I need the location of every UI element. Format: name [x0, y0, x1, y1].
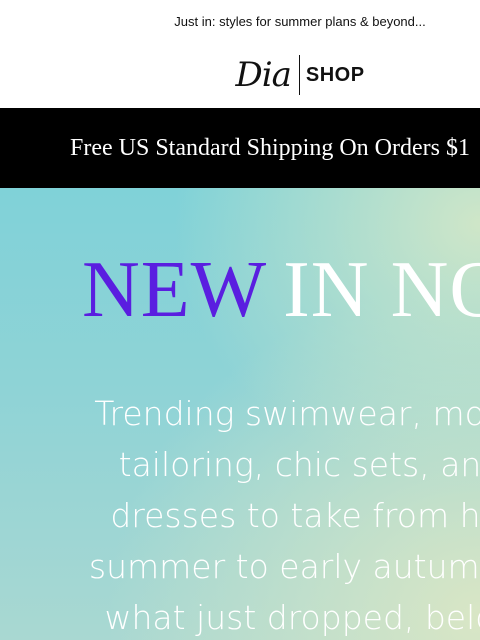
hero-headline: NEWIN NOW [82, 250, 480, 330]
shipping-banner[interactable]: Free US Standard Shipping On Orders $1 [0, 108, 480, 188]
brand-logo[interactable]: Dia SHOP [0, 52, 480, 98]
headline-rest: IN NOW [283, 246, 480, 334]
hero-section[interactable]: NEWIN NOW Trending swimwear, mod tailori… [0, 188, 480, 640]
logo-divider [298, 55, 300, 95]
body-line: tailoring, chic sets, an [118, 445, 480, 484]
body-line: what just dropped, belo [104, 598, 480, 637]
body-line: summer to early autumn. [88, 547, 480, 586]
hero-body-copy: Trending swimwear, mod tailoring, chic s… [0, 388, 480, 640]
body-line: Trending swimwear, mod [94, 394, 480, 433]
shipping-banner-text: Free US Standard Shipping On Orders $1 [70, 135, 470, 161]
headline-accent: NEW [82, 246, 268, 334]
logo-shop-label: SHOP [305, 63, 365, 86]
body-line: dresses to take from hi [110, 496, 480, 535]
logo-dia-wordmark: Dia [235, 55, 291, 95]
preheader-text: Just in: styles for summer plans & beyon… [174, 14, 426, 29]
